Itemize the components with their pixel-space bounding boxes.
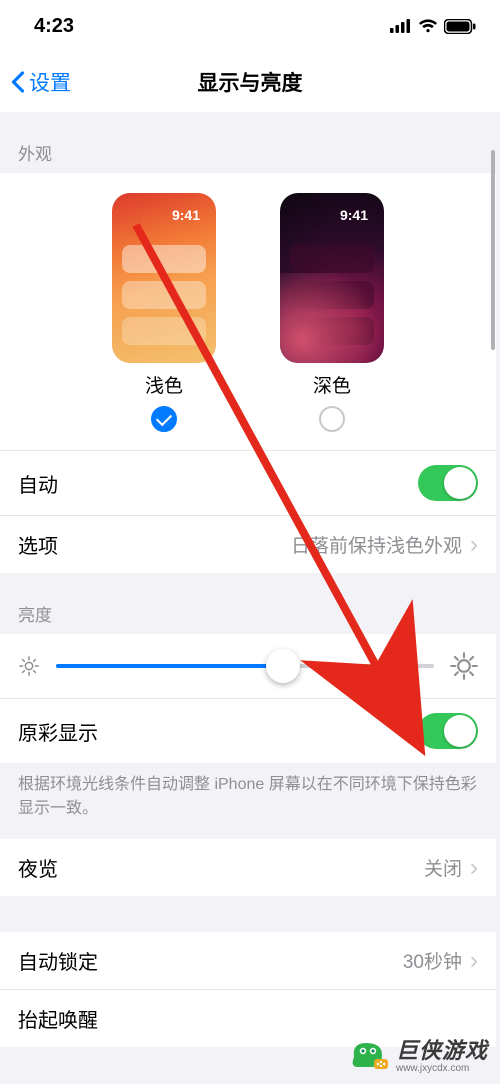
watermark-logo-icon [348,1037,388,1071]
dark-thumbnail: 9:41 [280,193,384,363]
row-auto-lock[interactable]: 自动锁定 30秒钟 › [0,932,496,989]
truetone-label: 原彩显示 [18,717,98,746]
sun-large-icon [450,652,478,680]
brightness-slider-row [0,634,496,698]
nav-bar: 设置 显示与亮度 [0,52,500,112]
options-value: 日落前保持浅色外观 [291,531,462,558]
brightness-group: 原彩显示 [0,634,496,763]
chevron-left-icon [10,71,25,93]
night-shift-value: 关闭 [424,854,462,881]
chevron-right-icon: › [470,856,478,880]
theme-option-light[interactable]: 9:41 浅色 [112,193,216,432]
light-thumbnail: 9:41 [112,193,216,363]
row-truetone: 原彩显示 [0,698,496,763]
page-title: 显示与亮度 [0,67,500,97]
truetone-footer: 根据环境光线条件自动调整 iPhone 屏幕以在不同环境下保持色彩显示一致。 [0,763,496,839]
night-shift-label: 夜览 [18,853,58,882]
auto-label: 自动 [18,469,58,498]
dark-radio[interactable] [319,406,345,432]
dark-label: 深色 [313,371,351,398]
row-auto: 自动 [0,450,496,515]
brightness-slider[interactable] [56,664,434,668]
night-shift-group: 夜览 关闭 › [0,839,496,896]
back-label: 设置 [29,67,71,97]
brightness-knob[interactable] [266,649,300,683]
status-bar: 4:23 [0,0,500,52]
status-indicators [390,19,476,34]
appearance-group: 9:41 浅色 9:41 深色 自动 选项 日落前保持浅色外观 [0,173,496,573]
back-button[interactable]: 设置 [0,67,71,97]
auto-toggle[interactable] [418,465,478,501]
auto-lock-value: 30秒钟 [403,947,462,974]
scroll-area[interactable]: 外观 9:41 浅色 9:41 深色 自动 [0,112,500,1084]
section-header-appearance: 外观 [0,112,496,173]
light-label: 浅色 [145,371,183,398]
row-options[interactable]: 选项 日落前保持浅色外观 › [0,515,496,573]
thumb-time: 9:41 [172,207,200,223]
chevron-right-icon: › [470,949,478,973]
thumb-time: 9:41 [340,207,368,223]
light-radio[interactable] [151,406,177,432]
sun-small-icon [18,655,40,677]
chevron-right-icon: › [470,533,478,557]
row-night-shift[interactable]: 夜览 关闭 › [0,839,496,896]
appearance-picker: 9:41 浅色 9:41 深色 [0,173,496,450]
section-header-brightness: 亮度 [0,573,496,634]
watermark: 巨侠游戏 www.jxycdx.com [342,1029,494,1078]
cellular-icon [390,19,412,33]
theme-option-dark[interactable]: 9:41 深色 [280,193,384,432]
truetone-toggle[interactable] [418,713,478,749]
raise-to-wake-label: 抬起唤醒 [18,1004,98,1033]
battery-icon [444,19,476,34]
watermark-url: www.jxycdx.com [396,1063,488,1074]
status-time: 4:23 [34,15,74,38]
options-label: 选项 [18,530,58,559]
watermark-brand: 巨侠游戏 [396,1038,488,1063]
wifi-icon [418,19,438,33]
auto-lock-label: 自动锁定 [18,946,98,975]
